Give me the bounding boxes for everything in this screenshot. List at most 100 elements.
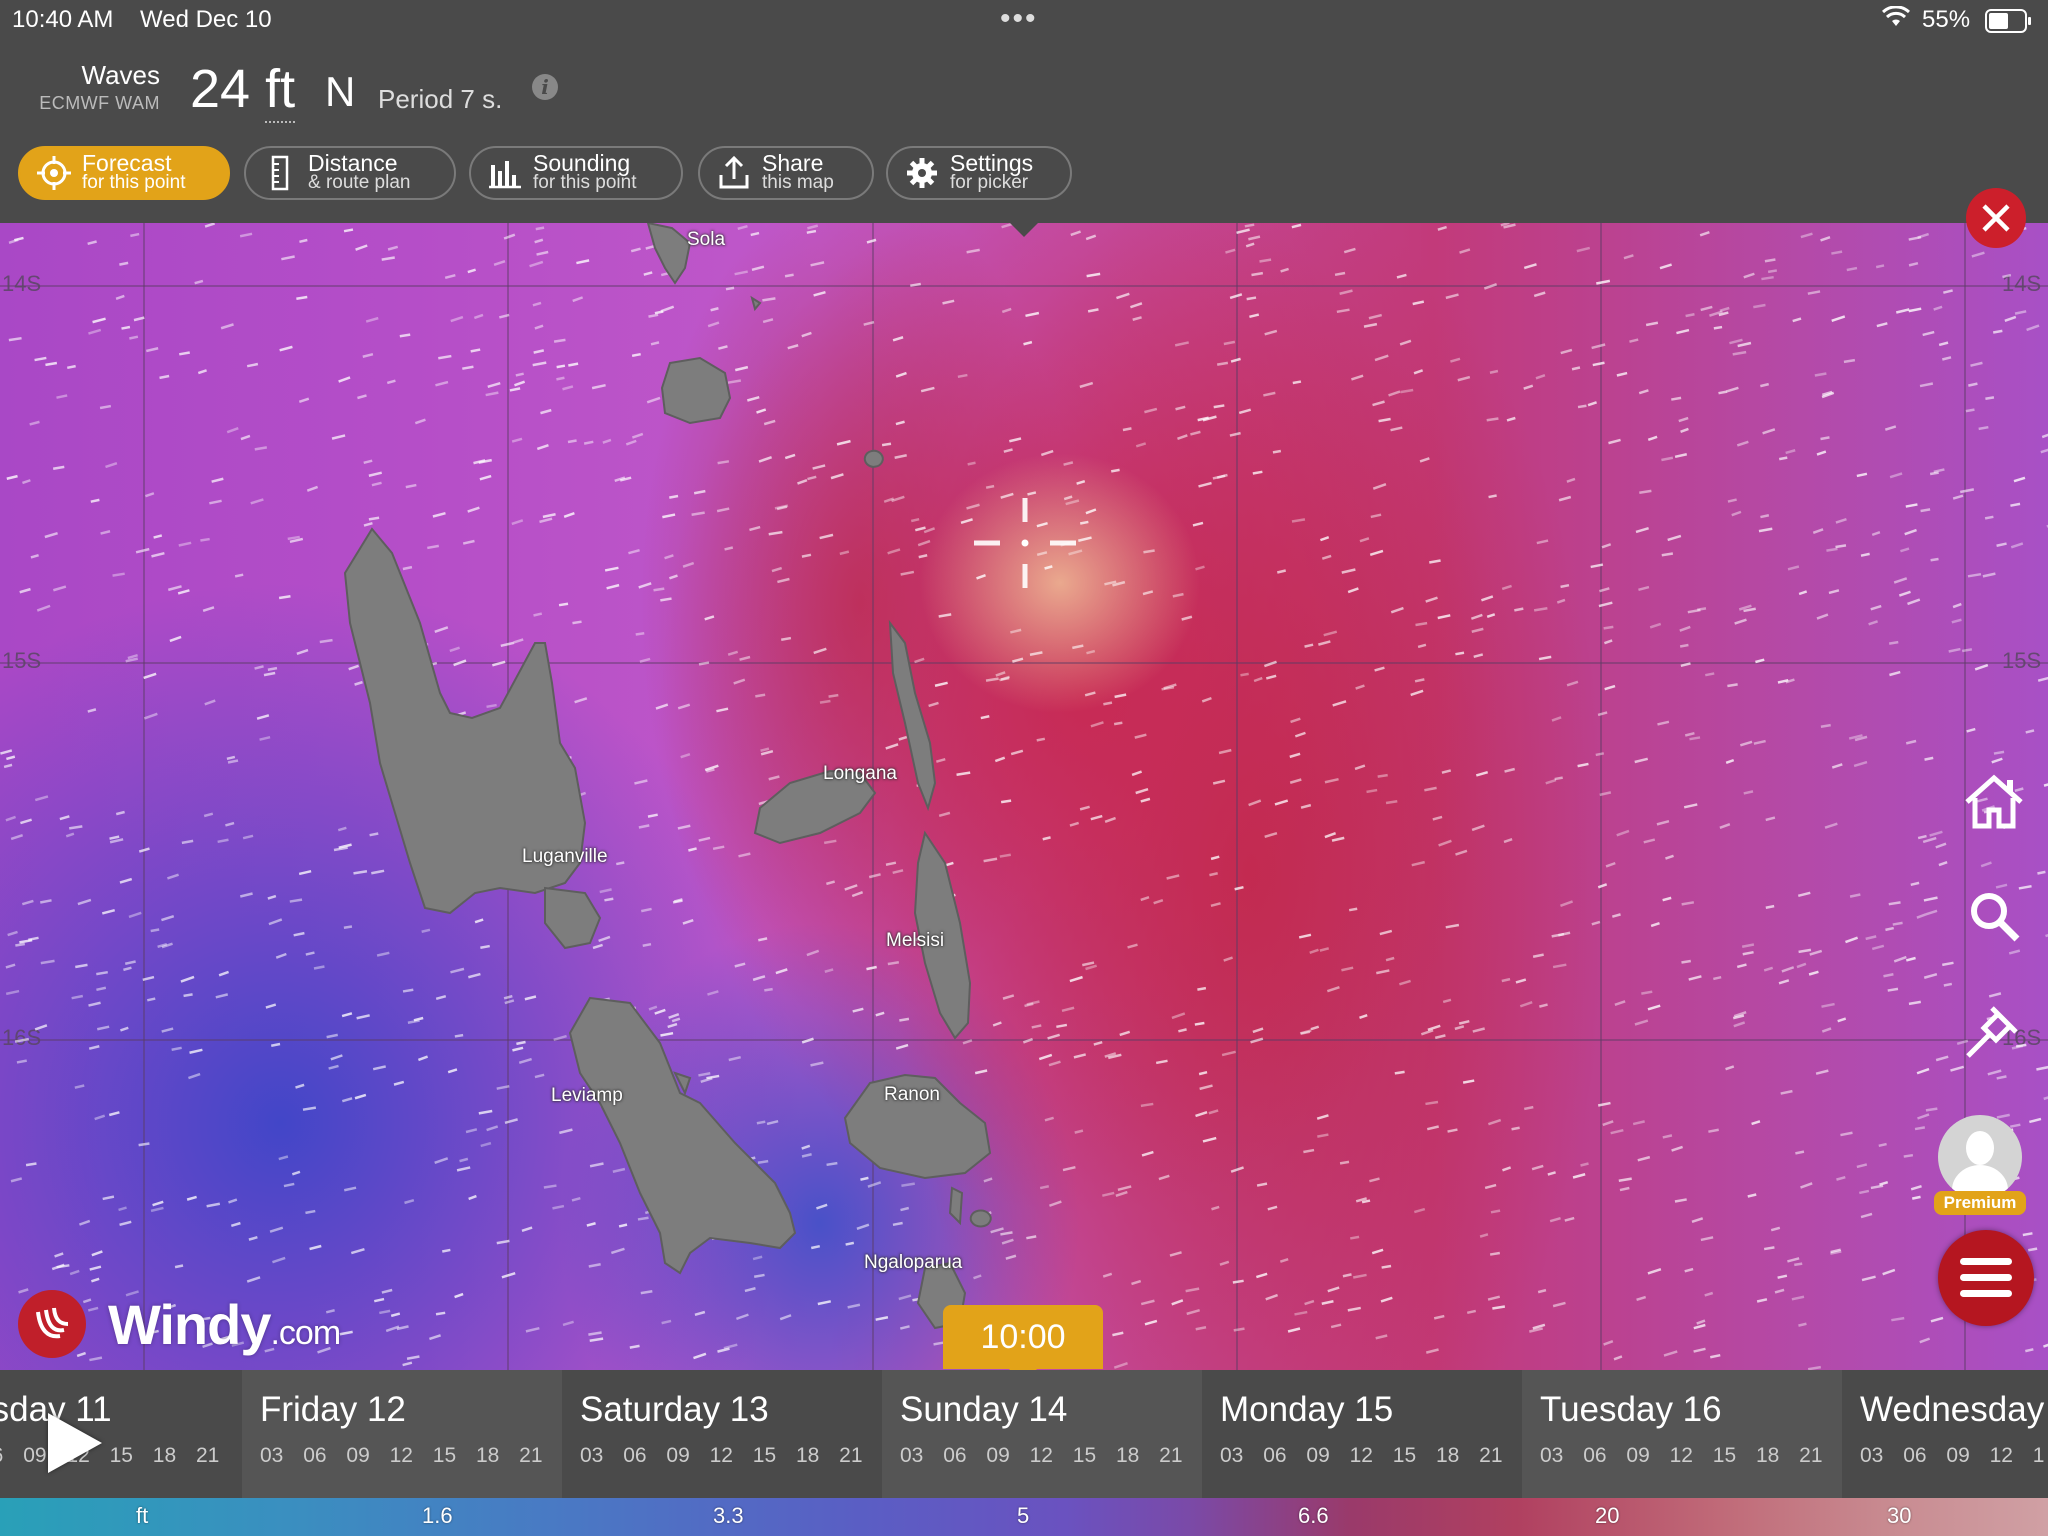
share-sublabel: this map — [762, 172, 834, 193]
timeline-day[interactable]: Wednesday 03 06 09 12 1 — [1842, 1370, 2048, 1498]
island-small-2 — [750, 295, 762, 312]
place-label: Sola — [687, 229, 726, 250]
pin-icon — [1966, 1006, 2018, 1058]
timeline-day[interactable]: Saturday 13 03 06 09 12 15 18 21 — [562, 1370, 882, 1498]
scale-label: 20 — [1595, 1503, 1620, 1528]
island-aore — [544, 886, 602, 950]
distance-label: Distance — [308, 150, 398, 176]
place-label: Ranon — [884, 1084, 940, 1105]
place-label: Melsisi — [886, 930, 945, 951]
info-icon[interactable]: i — [532, 74, 558, 100]
home-button[interactable] — [1958, 766, 2030, 838]
status-bar: 10:40 AM Wed Dec 10 ••• 55% — [0, 0, 2048, 40]
windy-logo-icon — [18, 1290, 86, 1358]
place-label: Longana — [823, 763, 897, 784]
place-label: Luganville — [522, 846, 608, 867]
premium-badge[interactable]: Premium — [1934, 1191, 2026, 1215]
multitasking-dots-icon[interactable]: ••• — [1000, 2, 1038, 36]
day-name: Tuesday 16 — [1540, 1390, 1722, 1429]
model-name: ECMWF WAM — [39, 93, 160, 113]
main-menu-button[interactable] — [1938, 1230, 2034, 1326]
islands-layer — [343, 223, 992, 1330]
day-name: Sunday 14 — [900, 1390, 1068, 1429]
share-icon — [712, 151, 756, 195]
wave-direction: N — [325, 68, 356, 115]
island-gaua — [660, 356, 732, 425]
distance-sublabel: & route plan — [308, 172, 411, 193]
ruler-icon — [258, 151, 302, 195]
timeline-day[interactable]: Monday 15 03 06 09 12 15 18 21 — [1202, 1370, 1522, 1498]
day-hours: 03 06 09 12 15 18 21 — [1540, 1444, 1823, 1467]
scale-label: 1.6 — [422, 1503, 453, 1528]
settings-button[interactable]: Settings for picker — [886, 146, 1072, 200]
scale-label: 6.6 — [1298, 1503, 1329, 1528]
island-lopevi — [969, 1209, 992, 1228]
close-picker-button[interactable] — [1966, 188, 2026, 248]
wave-map[interactable]: 14S 14S 15S 15S 16S 16S Sola Longana Lug… — [0, 223, 2048, 1370]
brand-suffix: .com — [270, 1313, 341, 1352]
battery-percent: 55% — [1922, 6, 1971, 33]
crosshair-icon — [32, 151, 76, 195]
timeline-day[interactable]: Tuesday 16 03 06 09 12 15 18 21 — [1522, 1370, 1842, 1498]
battery-icon — [1985, 9, 2031, 33]
wave-period: Period 7 s. — [378, 84, 503, 114]
home-icon — [1965, 774, 2023, 829]
day-hours: 06 09 12 15 18 21 — [0, 1444, 220, 1467]
island-sola — [646, 223, 692, 285]
day-hours: 03 06 09 12 15 18 21 — [900, 1444, 1183, 1467]
island-paama — [948, 1186, 964, 1226]
pin-button[interactable] — [1958, 994, 2030, 1066]
day-name: rsday 11 — [0, 1390, 112, 1429]
sounding-button[interactable]: Sounding for this point — [469, 146, 683, 200]
search-icon — [1971, 893, 2020, 942]
unit-toggle[interactable]: ft — [265, 59, 296, 123]
scale-label: 3.3 — [713, 1503, 744, 1528]
close-icon — [1982, 204, 2010, 232]
search-button[interactable] — [1958, 880, 2030, 952]
picker-pointer — [1010, 223, 1038, 237]
sounding-sublabel: for this point — [533, 172, 637, 193]
day-hours: 03 06 09 12 15 18 21 — [1220, 1444, 1503, 1467]
island-merelava — [863, 449, 884, 468]
forecast-button[interactable]: Forecast for this point — [18, 146, 230, 200]
settings-label: Settings — [950, 150, 1034, 176]
gear-icon — [900, 151, 944, 195]
status-date: Wed Dec 10 — [140, 6, 272, 33]
wifi-icon — [1881, 5, 1911, 35]
timeline[interactable]: rsday 11 06 09 12 15 18 21 Friday 12 03 … — [0, 1370, 2048, 1498]
windy-logo: Windy.com — [18, 1290, 341, 1358]
day-hours: 03 06 09 12 1 — [1860, 1444, 2045, 1467]
scale-label: 5 — [1017, 1503, 1030, 1528]
place-label: Ngaloparua — [864, 1252, 963, 1273]
distance-button[interactable]: Distance & route plan — [244, 146, 456, 200]
color-scale-legend[interactable]: ft 1.6 3.3 5 6.6 20 30 — [0, 1498, 2048, 1536]
brand-name: Windy — [108, 1292, 271, 1356]
bar-chart-icon — [483, 151, 527, 195]
day-name: Saturday 13 — [580, 1390, 769, 1429]
user-avatar[interactable] — [1938, 1115, 2022, 1199]
wave-height-value: 24 — [190, 59, 251, 119]
picker-header: Waves ECMWF WAM 24 ft N Period 7 s. i Fo… — [0, 40, 2048, 223]
wave-height-readout: 24 ft — [190, 58, 296, 123]
timeline-day[interactable]: Friday 12 03 06 09 12 15 18 21 — [242, 1370, 562, 1498]
day-name: Wednesday — [1860, 1390, 2045, 1429]
scale-label: ft — [136, 1503, 149, 1528]
scale-label: 30 — [1887, 1503, 1912, 1528]
current-time-bubble[interactable]: 10:00 — [943, 1305, 1103, 1383]
sounding-label: Sounding — [533, 150, 631, 176]
timeline-day[interactable]: Sunday 14 03 06 09 12 15 18 21 — [882, 1370, 1202, 1498]
picker-crosshair-icon[interactable] — [970, 488, 1080, 598]
day-name: Friday 12 — [260, 1390, 406, 1429]
day-hours: 03 06 09 12 15 18 21 — [260, 1444, 543, 1467]
forecast-label: Forecast — [82, 150, 172, 176]
day-hours: 03 06 09 12 15 18 21 — [580, 1444, 863, 1467]
play-button[interactable] — [48, 1413, 102, 1473]
share-label: Share — [762, 150, 824, 176]
timeline-day[interactable]: rsday 11 06 09 12 15 18 21 — [0, 1370, 242, 1498]
place-label: Leviamp — [551, 1085, 623, 1106]
share-button[interactable]: Share this map — [698, 146, 874, 200]
layer-info[interactable]: Waves ECMWF WAM — [30, 60, 160, 114]
settings-sublabel: for picker — [950, 172, 1029, 193]
day-name: Monday 15 — [1220, 1390, 1394, 1429]
layer-name: Waves — [81, 60, 161, 90]
